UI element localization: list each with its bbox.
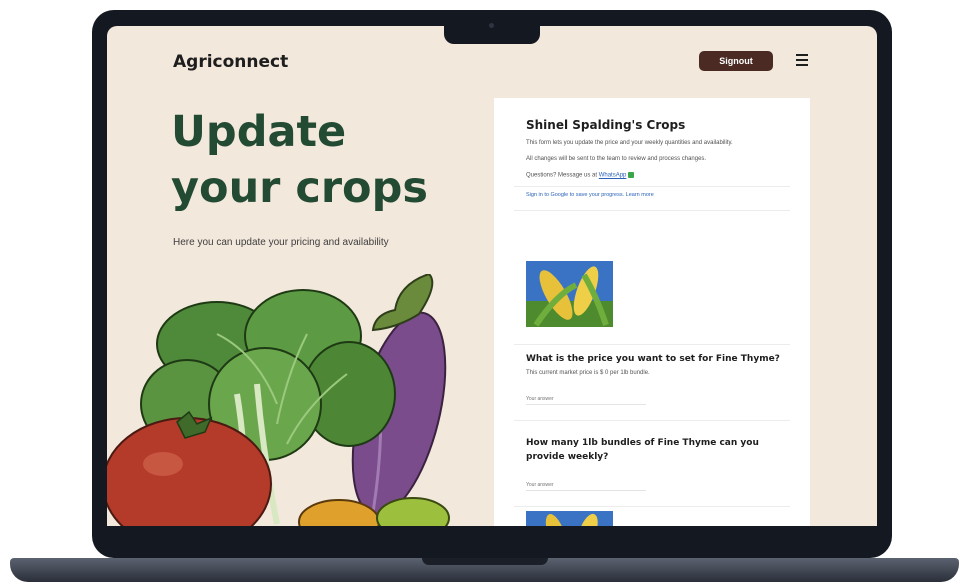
app-screen: Agriconnect Signout Update your crops He… — [107, 26, 877, 526]
whatsapp-icon — [628, 172, 635, 178]
contact-prefix: Questions? Message us at — [526, 172, 598, 179]
question-price-help: This current market price is $ 0 per 1lb… — [526, 370, 650, 376]
page-title-line2: your crops — [171, 163, 428, 213]
page-title: Update your crops — [171, 104, 471, 216]
vegetables-illustration — [107, 274, 450, 526]
corn-crop-image — [526, 261, 613, 327]
card-intro-line1: This form lets you update the price and … — [526, 140, 733, 146]
page-title-line1: Update — [171, 107, 347, 157]
crop-image-partial — [526, 511, 613, 526]
card-title: Shinel Spalding's Crops — [526, 118, 686, 132]
question-price-title: What is the price you want to set for Fi… — [526, 354, 780, 364]
section-divider — [514, 344, 790, 345]
section-divider — [514, 420, 790, 421]
question-quantity-title: How many 1lb bundles of Fine Thyme can y… — [526, 438, 759, 462]
crop-form-card: Shinel Spalding's Crops This form lets y… — [494, 98, 810, 526]
card-intro-line2: All changes will be sent to the team to … — [526, 156, 707, 162]
base-notch — [422, 558, 548, 565]
sign-in-google-link[interactable]: Sign in to Google to save your progress.… — [526, 192, 654, 198]
page-subtitle: Here you can update your pricing and ava… — [173, 237, 389, 248]
brand-logo[interactable]: Agriconnect — [173, 52, 288, 72]
card-divider — [514, 186, 790, 187]
camera-notch — [444, 14, 540, 44]
whatsapp-link[interactable]: WhatsApp — [599, 173, 627, 179]
price-answer-input[interactable] — [526, 394, 646, 405]
section-divider — [514, 210, 790, 211]
laptop-base — [10, 558, 959, 582]
camera-icon — [489, 23, 494, 28]
hamburger-menu-icon[interactable] — [796, 54, 808, 68]
section-divider — [514, 506, 790, 507]
quantity-answer-input[interactable] — [526, 480, 646, 491]
signout-button[interactable]: Signout — [699, 51, 773, 71]
card-contact: Questions? Message us at WhatsApp — [526, 172, 635, 179]
